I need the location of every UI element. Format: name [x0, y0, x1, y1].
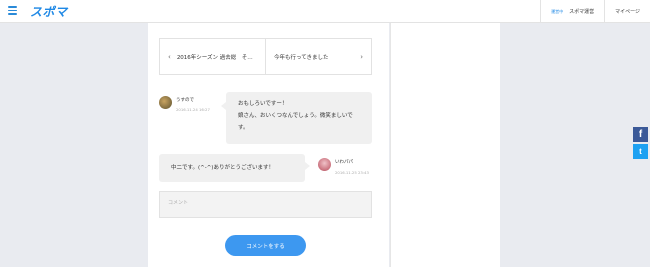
comment-text: 娘さん、おいくつなんでしょう。微笑ましいで	[238, 113, 353, 119]
comment-date: 2016.11.25 23:43	[335, 170, 369, 175]
chevron-right-icon: ›	[360, 52, 363, 61]
comment-bubble: おもしろいですー！ 娘さん、おいくつなんでしょう。微笑ましいで す。	[221, 92, 372, 144]
comment-text: 中二です。(^-^)ありがとうございます！	[171, 165, 274, 171]
chevron-left-icon: ‹	[168, 52, 171, 61]
header-user[interactable]: 運営中 スポマ運営	[541, 8, 604, 16]
avatar[interactable]	[159, 96, 172, 109]
comment-date: 2016.11.24 16:27	[176, 107, 210, 112]
comment-bubble: 中二です。(^-^)ありがとうございます！	[159, 154, 310, 182]
article-pager: ‹ 2016年シーズン 過去総 そ… 今年も行ってきました ›	[159, 38, 372, 75]
avatar[interactable]	[318, 158, 331, 171]
user-name: スポマ運営	[569, 9, 595, 15]
comment-text: す。	[238, 125, 249, 131]
mypage-link[interactable]: マイページ	[605, 8, 650, 15]
sidebar	[390, 23, 500, 267]
submit-comment-button[interactable]: コメントをする	[225, 235, 306, 256]
facebook-share-icon[interactable]: f	[633, 127, 648, 142]
prev-article-link[interactable]: ‹ 2016年シーズン 過去総 そ…	[160, 39, 266, 74]
hamburger-menu-icon[interactable]	[8, 6, 17, 15]
user-role-badge: 運営中	[551, 8, 564, 14]
next-article-link[interactable]: 今年も行ってきました ›	[266, 39, 371, 74]
next-article-title: 今年も行ってきました	[274, 54, 329, 61]
comment-text: おもしろいですー！	[238, 101, 288, 107]
comment-author[interactable]: いわパパ	[335, 159, 353, 165]
header-right: 運営中 スポマ運営 マイページ	[540, 0, 650, 23]
twitter-share-icon[interactable]: t	[633, 144, 648, 159]
site-header: スポマ 運営中 スポマ運営 マイページ	[0, 0, 650, 23]
comment-author[interactable]: うすので	[176, 97, 194, 103]
prev-article-title: 2016年シーズン 過去総 そ…	[176, 54, 253, 61]
comment-input[interactable]	[159, 191, 372, 218]
site-logo[interactable]: スポマ	[30, 3, 68, 20]
main-content: ‹ 2016年シーズン 過去総 そ… 今年も行ってきました › うすので 201…	[148, 23, 389, 267]
